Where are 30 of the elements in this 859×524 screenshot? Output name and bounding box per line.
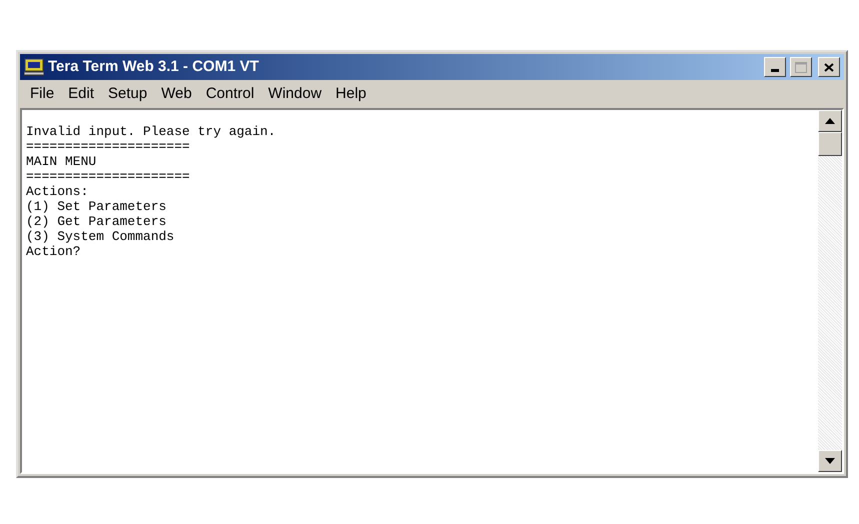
scrollbar[interactable]	[818, 110, 842, 472]
menu-item[interactable]: Web	[161, 82, 192, 106]
terminal-line: (2) Get Parameters	[26, 214, 166, 229]
maximize-button[interactable]	[790, 57, 812, 77]
menu-item[interactable]: Help	[336, 82, 366, 106]
close-button[interactable]	[818, 57, 840, 77]
scroll-thumb[interactable]	[818, 132, 842, 156]
scroll-up-button[interactable]	[818, 110, 842, 132]
terminal-app-icon	[24, 58, 44, 76]
terminal-line: (3) System Commands	[26, 229, 174, 244]
scroll-down-button[interactable]	[818, 450, 842, 472]
terminal-line: =====================	[26, 169, 190, 184]
menu-item[interactable]: Control	[206, 82, 254, 106]
maximize-icon	[795, 62, 807, 72]
menu-item[interactable]: Window	[268, 82, 322, 106]
menu-item[interactable]: Edit	[68, 82, 94, 106]
down-arrow-icon	[825, 458, 835, 464]
terminal-line: (1) Set Parameters	[26, 199, 166, 214]
minimize-button[interactable]	[764, 57, 786, 77]
terminal-line: MAIN MENU	[26, 154, 96, 169]
menu-item[interactable]: File	[30, 82, 54, 106]
up-arrow-icon	[825, 118, 835, 124]
terminal-line: Actions:	[26, 184, 88, 199]
minimize-icon	[771, 69, 779, 72]
close-icon	[824, 62, 834, 72]
terminal-line: Action?	[26, 244, 81, 259]
window-title: Tera Term Web 3.1 - COM1 VT	[48, 56, 260, 77]
terminal-line: =====================	[26, 139, 190, 154]
terminal-line: Invalid input. Please try again.	[26, 124, 276, 139]
menu-item[interactable]: Setup	[108, 82, 148, 106]
